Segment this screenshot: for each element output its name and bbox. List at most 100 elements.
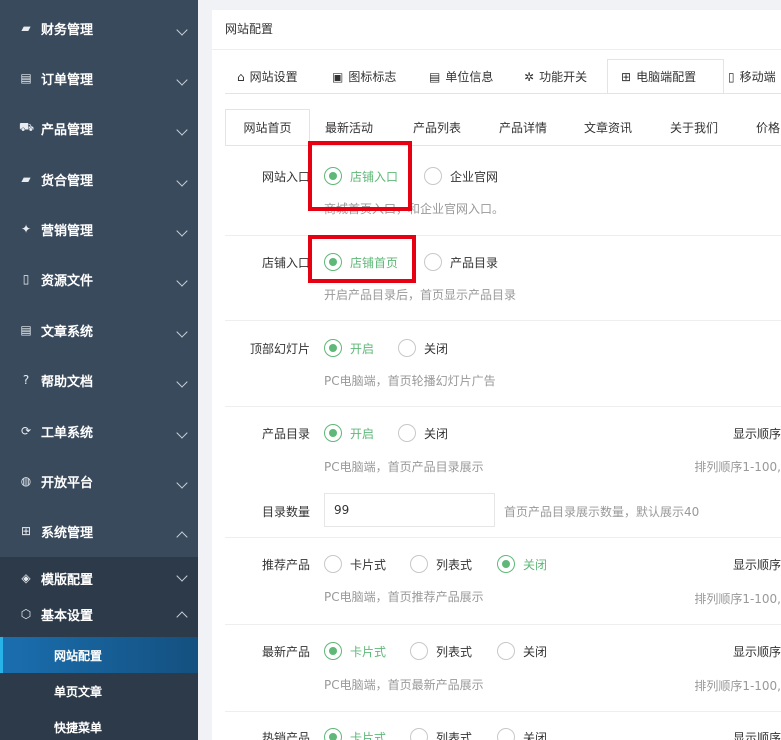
shop-entry-catalog-radio[interactable]: 产品目录: [424, 253, 498, 271]
sidebar-item-orders[interactable]: ▤ 订单管理: [0, 53, 198, 103]
slideshow-label: 顶部幻灯片: [249, 342, 310, 356]
recommended-order-label: 显示顺序: [732, 558, 781, 572]
chevron-up-icon: [176, 531, 188, 543]
radio-label: 关闭: [523, 730, 548, 740]
warehouse-icon: ▰: [21, 172, 31, 186]
slideshow-on-radio[interactable]: 开启: [324, 339, 374, 357]
catalog-on-radio[interactable]: 开启: [324, 424, 374, 442]
document-icon: ▤: [429, 69, 441, 84]
sidebar-item-label: 系统管理: [41, 525, 94, 541]
order-icon: ▤: [20, 71, 32, 85]
radio-label: 关闭: [523, 644, 548, 659]
radio-unchecked-icon: [424, 167, 442, 185]
catalog-count-label: 目录数量: [261, 505, 310, 519]
tab-pc-config[interactable]: ⊞ 电脑端配置: [607, 59, 724, 94]
chevron-down-icon: [176, 74, 188, 86]
tab-product-detail[interactable]: 产品详情: [499, 109, 547, 146]
latest-off-radio[interactable]: 关闭: [497, 642, 547, 660]
help-icon: ?: [22, 373, 30, 387]
cart-icon: ⛟: [19, 120, 35, 134]
cube-icon: ⬡: [20, 607, 32, 621]
slideshow-hint: PC电脑端，首页轮播幻灯片广告: [324, 374, 496, 388]
divider: [225, 711, 781, 712]
chevron-down-icon: [176, 427, 188, 439]
sidebar: ▰ 财务管理 ▤ 订单管理 ⛟ 产品管理 ▰ 货合管理 ✦ 营销管理 ▯ 资源文…: [0, 0, 198, 740]
tab-icon-logo[interactable]: ▣ 图标标志: [332, 59, 396, 94]
sidebar-item-label: 货合管理: [41, 173, 94, 189]
radio-label: 关闭: [523, 557, 548, 572]
recommended-hint: PC电脑端，首页推荐产品展示: [324, 590, 484, 604]
catalog-hint: PC电脑端，首页产品目录展示: [324, 460, 484, 474]
gear-icon: ✲: [524, 69, 535, 84]
divider: [225, 320, 781, 321]
radio-label: 列表式: [436, 730, 473, 740]
hot-order-label: 显示顺序: [732, 731, 781, 740]
chevron-down-icon: [176, 275, 188, 287]
chevron-up-icon: [176, 611, 188, 623]
radio-label: 关闭: [424, 426, 449, 441]
slideshow-off-radio[interactable]: 关闭: [398, 339, 448, 357]
divider: [212, 49, 781, 50]
sidebar-item-articles[interactable]: ▤ 文章系统: [0, 305, 198, 355]
sidebar-item-help[interactable]: ? 帮助文档: [0, 355, 198, 405]
recommended-card-radio[interactable]: 卡片式: [324, 555, 386, 573]
tab-unit-info[interactable]: ▤ 单位信息: [429, 59, 493, 94]
recommended-label: 推荐产品: [261, 558, 310, 572]
radio-unchecked-icon: [497, 728, 515, 740]
sidebar-item-marketing[interactable]: ✦ 营销管理: [0, 204, 198, 254]
tab-mobile[interactable]: ▯ 移动端: [728, 59, 776, 94]
tab-feature-switch[interactable]: ✲ 功能开关: [524, 59, 587, 94]
catalog-label: 产品目录: [261, 427, 310, 441]
highlight-box: [308, 235, 416, 283]
hot-list-radio[interactable]: 列表式: [410, 728, 472, 740]
latest-list-radio[interactable]: 列表式: [410, 642, 472, 660]
tab-site-settings[interactable]: ⌂ 网站设置: [237, 59, 298, 94]
hot-label: 热销产品: [261, 731, 310, 740]
latest-order-label: 显示顺序: [732, 645, 781, 659]
hot-off-radio[interactable]: 关闭: [497, 728, 547, 740]
sidebar-item-finance[interactable]: ▰ 财务管理: [0, 3, 198, 53]
sidebar-item-template[interactable]: ◈ 模版配置: [0, 560, 198, 596]
sidebar-item-label: 模版配置: [41, 572, 94, 588]
sidebar-leaf-single-page[interactable]: 单页文章: [0, 673, 198, 709]
radio-label: 关闭: [424, 341, 449, 356]
sidebar-leaf-quick-menu[interactable]: 快捷菜单: [0, 709, 198, 740]
radio-label: 开启: [350, 341, 375, 356]
sidebar-item-open-platform[interactable]: ◍ 开放平台: [0, 456, 198, 506]
catalog-off-radio[interactable]: 关闭: [398, 424, 448, 442]
tab-label: 图标标志: [348, 70, 397, 84]
tab-product-list[interactable]: 产品列表: [413, 109, 461, 146]
radio-checked-icon: [324, 424, 342, 442]
recommended-off-radio[interactable]: 关闭: [497, 555, 547, 573]
radio-unchecked-icon: [410, 728, 428, 740]
sidebar-item-basic-settings[interactable]: ⬡ 基本设置: [0, 596, 198, 632]
sidebar-leaf-site-config[interactable]: 网站配置: [0, 637, 198, 673]
sidebar-item-label: 财务管理: [41, 22, 94, 38]
sidebar-item-products[interactable]: ⛟ 产品管理: [0, 103, 198, 153]
tab-price[interactable]: 价格: [756, 109, 780, 146]
radio-unchecked-icon: [324, 555, 342, 573]
sidebar-item-warehouse[interactable]: ▰ 货合管理: [0, 154, 198, 204]
hot-card-radio[interactable]: 卡片式: [324, 728, 386, 740]
radio-checked-icon: [324, 642, 342, 660]
latest-card-radio[interactable]: 卡片式: [324, 642, 386, 660]
ticket-icon: ⟳: [20, 424, 32, 438]
sidebar-item-label: 基本设置: [41, 608, 94, 624]
tab-homepage[interactable]: 网站首页: [225, 109, 310, 146]
sidebar-item-resources[interactable]: ▯ 资源文件: [0, 254, 198, 304]
shop-entry-hint: 开启产品目录后，首页显示产品目录: [324, 288, 517, 302]
chevron-down-icon: [176, 326, 188, 338]
sidebar-item-system[interactable]: ⊞ 系统管理: [0, 506, 198, 556]
globe-icon: ◍: [20, 474, 32, 488]
catalog-count-input[interactable]: 99: [324, 493, 495, 527]
chevron-down-icon: [176, 124, 188, 136]
home-icon: ⌂: [237, 69, 245, 84]
site-entry-corporate-radio[interactable]: 企业官网: [424, 167, 498, 185]
tab-about-us[interactable]: 关于我们: [670, 109, 718, 146]
sidebar-item-tickets[interactable]: ⟳ 工单系统: [0, 406, 198, 456]
chevron-down-icon: [176, 376, 188, 388]
catalog-count-hint: 首页产品目录展示数量，默认展示40: [504, 505, 700, 519]
tab-articles[interactable]: 文章资讯: [584, 109, 632, 146]
recommended-list-radio[interactable]: 列表式: [410, 555, 472, 573]
sidebar-item-label: 工单系统: [41, 425, 94, 441]
